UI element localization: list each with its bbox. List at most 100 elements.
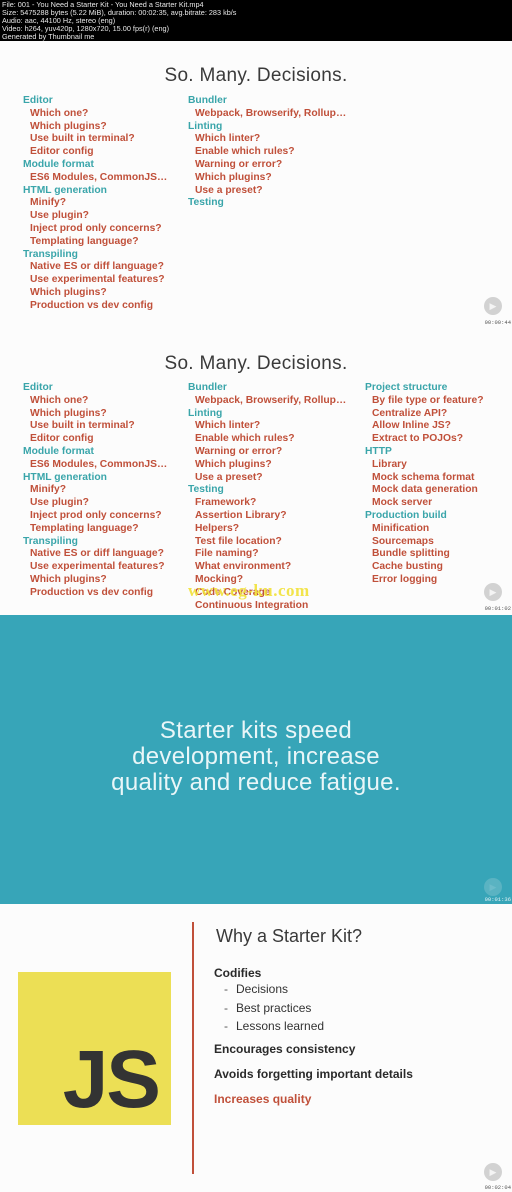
decision-item: Templating language?	[30, 235, 139, 247]
reason-quality: Increases quality	[214, 1092, 312, 1107]
decision-item: Use a preset?	[195, 471, 263, 483]
decision-item: Use experimental features?	[30, 561, 165, 573]
decision-item: Inject prod only concerns?	[30, 509, 162, 521]
thumbnail-frame-2: So. Many. Decisions. Editor Which one? Whi…	[0, 331, 512, 618]
play-icon[interactable]: ▶	[484, 1163, 502, 1181]
decision-item: Allow Inline JS?	[372, 420, 451, 432]
reason-details: Avoids forgetting important details	[214, 1067, 413, 1082]
decision-item: Which plugins?	[195, 458, 272, 470]
decision-item: Production vs dev config	[30, 586, 154, 598]
frame-timestamp: 00:01:02	[484, 605, 511, 612]
category-heading: Transpiling	[23, 535, 78, 547]
quote-line: development, increase	[132, 743, 380, 770]
decision-item: What environment?	[195, 561, 292, 573]
decision-item: Continuous Integration	[195, 599, 309, 611]
decision-column: Editor Which one? Which plugins? Use built …	[23, 95, 167, 313]
generator-line: Generated by Thumbnail me	[2, 32, 95, 41]
slide-title: Why a Starter Kit?	[216, 926, 363, 946]
decision-item: Warning or error?	[195, 445, 283, 457]
play-icon[interactable]: ▶	[484, 878, 502, 896]
decision-item: Editor config	[30, 146, 94, 158]
play-icon[interactable]: ▶	[484, 583, 502, 601]
category-heading: HTTP	[365, 445, 392, 457]
js-logo: JS	[18, 972, 171, 1125]
decision-item: ES6 Modules, CommonJS…	[30, 458, 168, 470]
category-heading: Bundler	[188, 95, 227, 106]
decision-item: Mock server	[372, 497, 433, 509]
decision-item: Use built in terminal?	[30, 133, 135, 145]
decision-item: ES6 Modules, CommonJS…	[30, 171, 168, 183]
decision-item: Which one?	[30, 107, 89, 119]
list-item: - Decisions	[224, 982, 289, 996]
decision-column: Editor Which one? Which plugins? Use built …	[23, 382, 167, 600]
decision-item: Native ES or diff language?	[30, 548, 164, 560]
decision-item: Sourcemaps	[372, 535, 434, 547]
category-heading: Production build	[365, 509, 447, 521]
decision-item: Cache busting	[372, 561, 443, 573]
decision-item: Which plugins?	[195, 171, 272, 183]
decision-item: Warning or error?	[195, 158, 283, 170]
decision-item: Mock data generation	[372, 484, 478, 496]
decision-item: Which one?	[30, 394, 89, 406]
decision-item: Inject prod only concerns?	[30, 222, 162, 234]
list-item-label: Lessons learned	[236, 1019, 325, 1034]
decision-item: Editor config	[30, 433, 94, 445]
decision-item: Webpack, Browserify, Rollup…	[195, 394, 347, 406]
thumbnail-frame-1: So. Many. Decisions. Editor Which one? Whi…	[0, 41, 512, 331]
reason-consistency: Encourages consistency	[214, 1042, 356, 1057]
divider	[192, 922, 194, 1174]
category-heading: Editor	[23, 95, 53, 106]
decision-item: Which linter?	[195, 420, 261, 432]
decision-item: Centralize API?	[372, 407, 448, 419]
category-heading: Linting	[188, 407, 223, 419]
decision-item: Templating language?	[30, 522, 139, 534]
decision-item: Minify?	[30, 197, 67, 209]
thumbnail-frame-4: JS Why a Starter Kit? Codifies - Decision…	[0, 904, 512, 1192]
slide-title: So. Many. Decisions.	[164, 353, 348, 374]
decision-item: Assertion Library?	[195, 509, 287, 521]
decision-item: Use experimental features?	[30, 274, 165, 286]
category-heading: Transpiling	[23, 248, 78, 260]
quote-text: Starter kits speed development, increase…	[0, 718, 512, 796]
decision-item: Which linter?	[195, 133, 261, 145]
frame-timestamp: 00:01:36	[484, 896, 511, 903]
list-item-label: Decisions	[236, 982, 289, 996]
reasons-list: Codifies - Decisions - Best practices - Les…	[214, 966, 413, 1106]
decision-item: File naming?	[195, 548, 259, 560]
list-item: - Lessons learned	[224, 1019, 325, 1034]
decision-item: Use plugin?	[30, 210, 89, 222]
category-heading: Module format	[23, 158, 94, 170]
category-heading: HTML generation	[23, 471, 107, 483]
quote-line: Starter kits speed	[159, 717, 353, 744]
play-icon[interactable]: ▶	[484, 297, 502, 315]
decision-item: Bundle splitting	[372, 548, 450, 560]
decision-item: Native ES or diff language?	[30, 261, 164, 273]
decision-item: Framework?	[195, 497, 257, 509]
decision-item: Error logging	[372, 573, 438, 585]
decision-column: Project structure By file type or feature…	[365, 382, 484, 587]
decision-item: Use a preset?	[195, 184, 263, 196]
category-heading: Module format	[23, 445, 94, 457]
decision-column: Bundler Webpack, Browserify, Rollup… Linti…	[188, 382, 346, 612]
decision-column: Bundler Webpack, Browserify, Rollup… Linti…	[188, 95, 346, 210]
category-heading: Linting	[188, 120, 223, 132]
decision-item: Webpack, Browserify, Rollup…	[195, 107, 347, 119]
frame-timestamp: 00:00:44	[484, 319, 511, 326]
decision-item: Which plugins?	[30, 286, 107, 298]
category-heading: HTML generation	[23, 184, 107, 196]
watermark: www.eg-ku.com	[188, 581, 310, 600]
category-heading: Bundler	[188, 382, 227, 393]
decision-item: Mock schema format	[372, 471, 475, 483]
decision-item: Production vs dev config	[30, 299, 154, 311]
decision-item: Test file location?	[195, 535, 282, 547]
category-heading: Editor	[23, 382, 53, 393]
decision-item: Enable which rules?	[195, 433, 295, 445]
decision-item: Use plugin?	[30, 497, 89, 509]
decision-item: Minification	[372, 522, 430, 534]
reason-codifies: Codifies	[214, 966, 262, 980]
decision-item: Library	[372, 458, 407, 470]
decision-item: Minify?	[30, 484, 67, 496]
js-logo-text: JS	[62, 1034, 161, 1125]
category-heading: Testing	[188, 197, 224, 209]
file-info-header: File: 001 - You Need a Starter Kit - You…	[0, 0, 512, 41]
